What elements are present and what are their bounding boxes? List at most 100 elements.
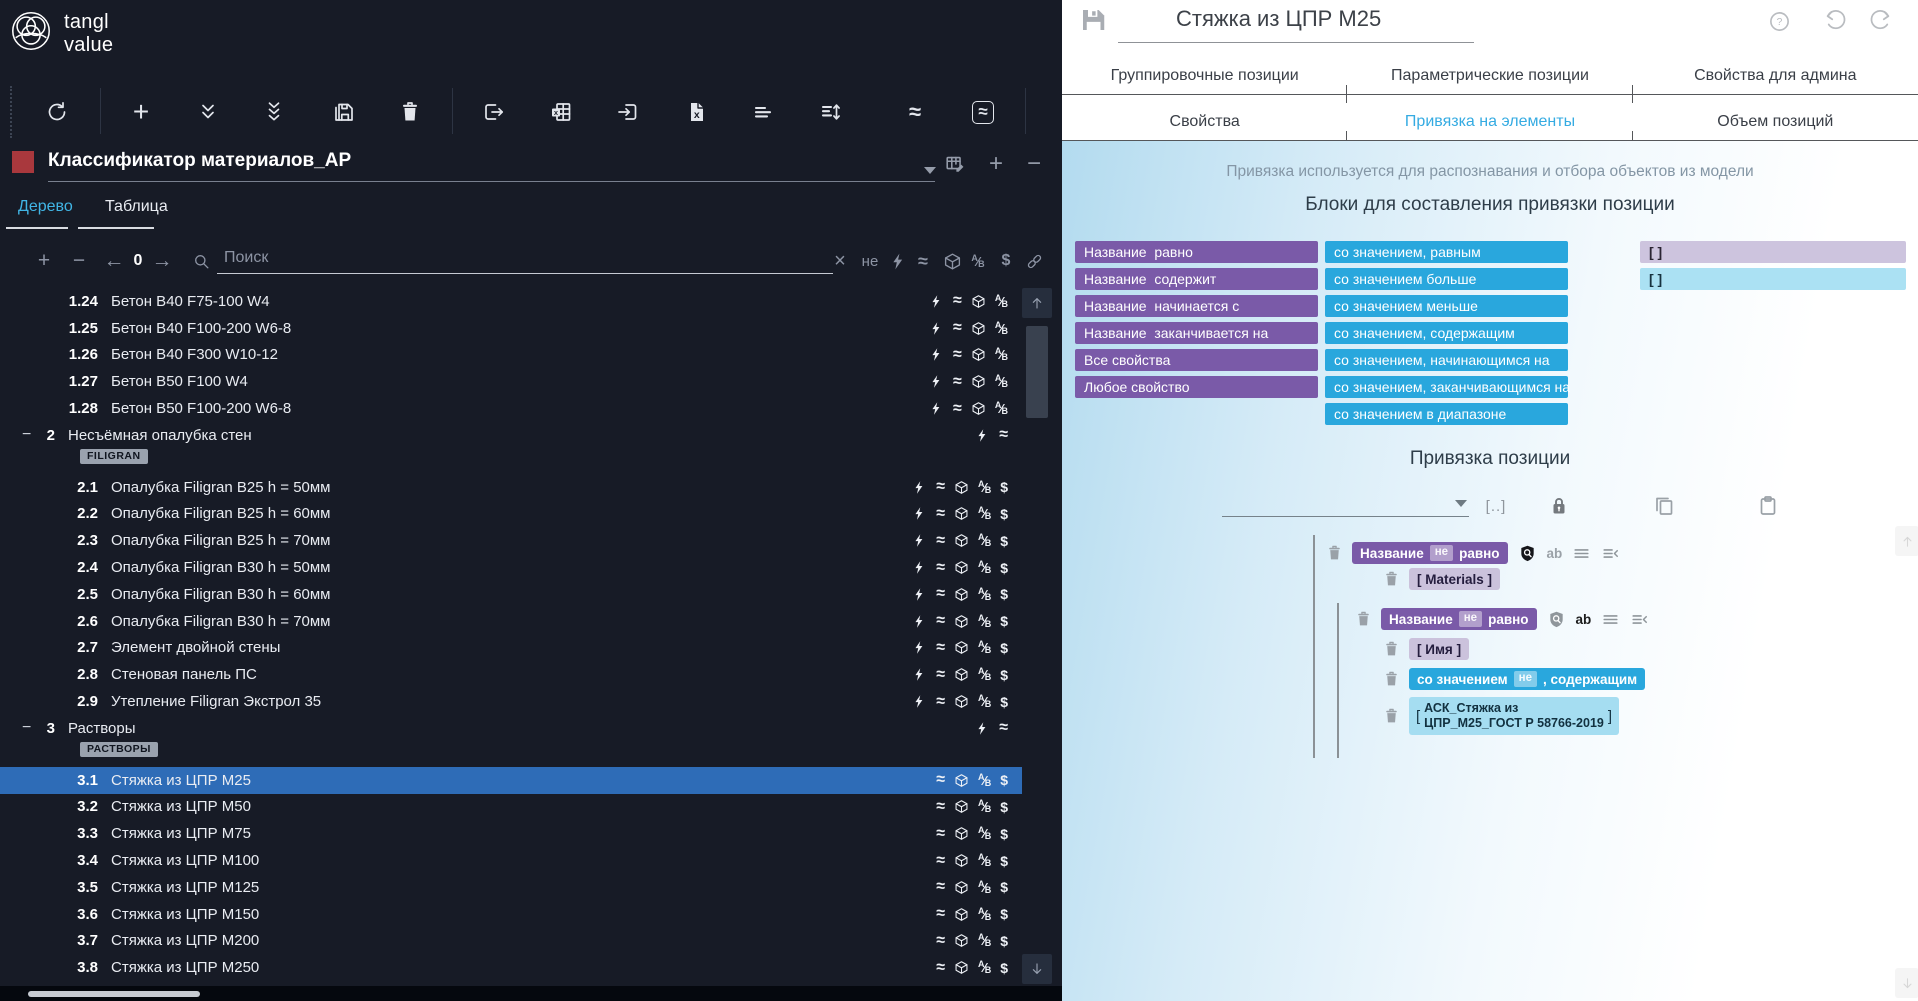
approx-icon[interactable]: ≈	[936, 586, 945, 602]
model-cube-icon[interactable]	[954, 826, 969, 841]
tree-item-row[interactable]: 2.7Элемент двойной стены≈A∕B$	[0, 635, 1022, 662]
approx-icon[interactable]: ≈	[936, 667, 945, 683]
cost-icon[interactable]: $	[1000, 934, 1008, 948]
cost-icon[interactable]: $	[1000, 773, 1008, 787]
ab-formula-icon[interactable]: A∕B	[978, 481, 991, 494]
model-cube-icon[interactable]	[971, 401, 986, 416]
expand-all-button[interactable]	[254, 92, 294, 132]
approx-icon[interactable]: ≈	[953, 374, 962, 390]
refresh-button[interactable]	[37, 92, 77, 132]
paste-icon[interactable]	[1754, 492, 1782, 520]
tree-item-row[interactable]: 2.1Опалубка Filigran B25 h = 50мм≈A∕B$	[0, 474, 1022, 501]
tree-item-row[interactable]: 3.7Стяжка из ЦПР М200≈A∕B$	[0, 928, 1022, 955]
value-block[interactable]: со значением в диапазоне	[1325, 403, 1568, 425]
argument-chip[interactable]: [ Имя ]	[1409, 638, 1469, 660]
cost-icon[interactable]: $	[1000, 907, 1008, 921]
value-chip[interactable]: [ АСК_Стяжка изЦПР_М25_ГОСТ Р 58766-2019…	[1409, 697, 1619, 735]
expression-icon[interactable]: [..]	[1482, 492, 1510, 520]
cost-icon[interactable]: $	[1000, 480, 1008, 494]
undo-icon[interactable]	[1822, 8, 1848, 34]
prev-result-button[interactable]: ←	[102, 240, 126, 282]
toolbar-drag-handle[interactable]	[10, 86, 12, 138]
collapse-toggle[interactable]: −	[22, 715, 31, 742]
tree-item-row[interactable]: 3.4Стяжка из ЦПР М100≈A∕B$	[0, 847, 1022, 874]
model-cube-icon[interactable]	[971, 347, 986, 362]
approx-icon[interactable]: ≈	[953, 401, 962, 417]
cost-icon[interactable]: $	[1000, 561, 1008, 575]
ab-formula-icon[interactable]: A∕B	[978, 668, 991, 681]
model-cube-icon[interactable]	[954, 667, 969, 682]
panel-scroll-up-button[interactable]	[1895, 526, 1918, 556]
help-icon[interactable]: ?	[1768, 8, 1794, 34]
copy-icon[interactable]	[1650, 492, 1678, 520]
approx-icon[interactable]: ≈	[953, 293, 962, 309]
model-cube-icon[interactable]	[954, 587, 969, 602]
cost-icon[interactable]: $	[1000, 587, 1008, 601]
approx-icon[interactable]: ≈	[936, 906, 945, 922]
model-cube-icon[interactable]	[954, 694, 969, 709]
tab-grouping-positions[interactable]: Группировочные позиции	[1062, 46, 1347, 94]
tree-item-row[interactable]: 1.25Бетон B40 F100-200 W6-8≈A∕B	[0, 315, 1022, 342]
tree-item-row[interactable]: 2.2Опалубка Filigran B25 h = 60мм≈A∕B$	[0, 501, 1022, 528]
property-block[interactable]: Название заканчивается на	[1075, 322, 1318, 344]
bolt-icon[interactable]	[975, 428, 990, 443]
tab-parametric-positions[interactable]: Параметрические позиции	[1347, 46, 1632, 94]
rule-chip[interactable]: Названиенеравно	[1381, 608, 1537, 630]
ab-formula-icon[interactable]: A∕B	[978, 774, 991, 787]
save-copy-button[interactable]	[324, 92, 364, 132]
ab-formula-icon[interactable]: A∕B	[978, 881, 991, 894]
excel-file-button[interactable]: x	[676, 92, 716, 132]
approx-icon[interactable]: ≈	[953, 320, 962, 336]
classifier-dropdown-caret[interactable]	[916, 156, 944, 184]
align-button[interactable]	[743, 92, 783, 132]
value-block[interactable]: со значением больше	[1325, 268, 1568, 290]
delete-operator-icon[interactable]	[1383, 670, 1400, 688]
collapse-list-icon[interactable]	[1601, 544, 1620, 563]
cost-icon[interactable]: $	[1000, 827, 1008, 841]
delete-value-icon[interactable]	[1383, 707, 1400, 725]
bolt-icon[interactable]	[929, 294, 944, 309]
approx-icon[interactable]: ≈	[936, 960, 945, 976]
approx-icon[interactable]: ≈	[936, 772, 945, 788]
bolt-icon[interactable]	[912, 533, 927, 548]
tree-item-row[interactable]: 1.24Бетон B40 F75-100 W4≈A∕B	[0, 288, 1022, 315]
vertical-scrollbar-thumb[interactable]	[1026, 326, 1048, 418]
zoom-in-button[interactable]: +	[33, 240, 55, 282]
tree-group-row[interactable]: −2Несъёмная опалубка стен≈FILIGRAN	[0, 422, 1022, 474]
model-cube-icon[interactable]	[954, 480, 969, 495]
tree-item-row[interactable]: 2.3Опалубка Filigran B25 h = 70мм≈A∕B$	[0, 527, 1022, 554]
approx-card-button[interactable]: ≈	[963, 92, 1003, 132]
export-button[interactable]	[473, 92, 513, 132]
ab-formula-icon[interactable]: A∕B	[978, 507, 991, 520]
model-cube-icon[interactable]	[971, 321, 986, 336]
tree-item-row[interactable]: 2.5Опалубка Filigran B30 h = 60мм≈A∕B$	[0, 581, 1022, 608]
model-cube-icon[interactable]	[954, 506, 969, 521]
ab-formula-icon[interactable]: A∕B	[995, 295, 1008, 308]
remove-classifier-button[interactable]: −	[1020, 150, 1048, 178]
not-toggle[interactable]: не	[1514, 671, 1537, 687]
bolt-icon[interactable]	[912, 667, 927, 682]
rule-chip[interactable]: Названиенеравно	[1352, 542, 1508, 564]
approx-button[interactable]: ≈	[895, 92, 935, 132]
bolt-icon[interactable]	[912, 614, 927, 629]
cost-filter-icon[interactable]: $	[997, 240, 1015, 282]
approx-icon[interactable]: ≈	[936, 826, 945, 842]
approx-icon[interactable]: ≈	[936, 506, 945, 522]
save-position-icon[interactable]	[1078, 5, 1108, 35]
model-cube-icon[interactable]	[954, 853, 969, 868]
add-classifier-button[interactable]: +	[982, 150, 1010, 178]
table-edit-icon[interactable]	[941, 150, 969, 178]
ab-formula-icon[interactable]: A∕B	[978, 615, 991, 628]
list-icon[interactable]	[1572, 544, 1591, 563]
case-sensitivity-toggle[interactable]: ab	[1576, 612, 1592, 627]
operand-block[interactable]: [ ]	[1640, 241, 1906, 263]
property-block[interactable]: Любое свойство	[1075, 376, 1318, 398]
property-block[interactable]: Название содержит	[1075, 268, 1318, 290]
value-operator-chip[interactable]: со значениемне, содержащим	[1409, 668, 1645, 690]
tree-item-row[interactable]: 2.8Стеновая панель ПС≈A∕B$	[0, 661, 1022, 688]
tree-item-row[interactable]: 3.6Стяжка из ЦПР М150≈A∕B$	[0, 901, 1022, 928]
add-button[interactable]: +	[121, 92, 161, 132]
next-result-button[interactable]: →	[150, 240, 174, 282]
zoom-out-button[interactable]: −	[68, 240, 90, 282]
cost-icon[interactable]: $	[1000, 854, 1008, 868]
